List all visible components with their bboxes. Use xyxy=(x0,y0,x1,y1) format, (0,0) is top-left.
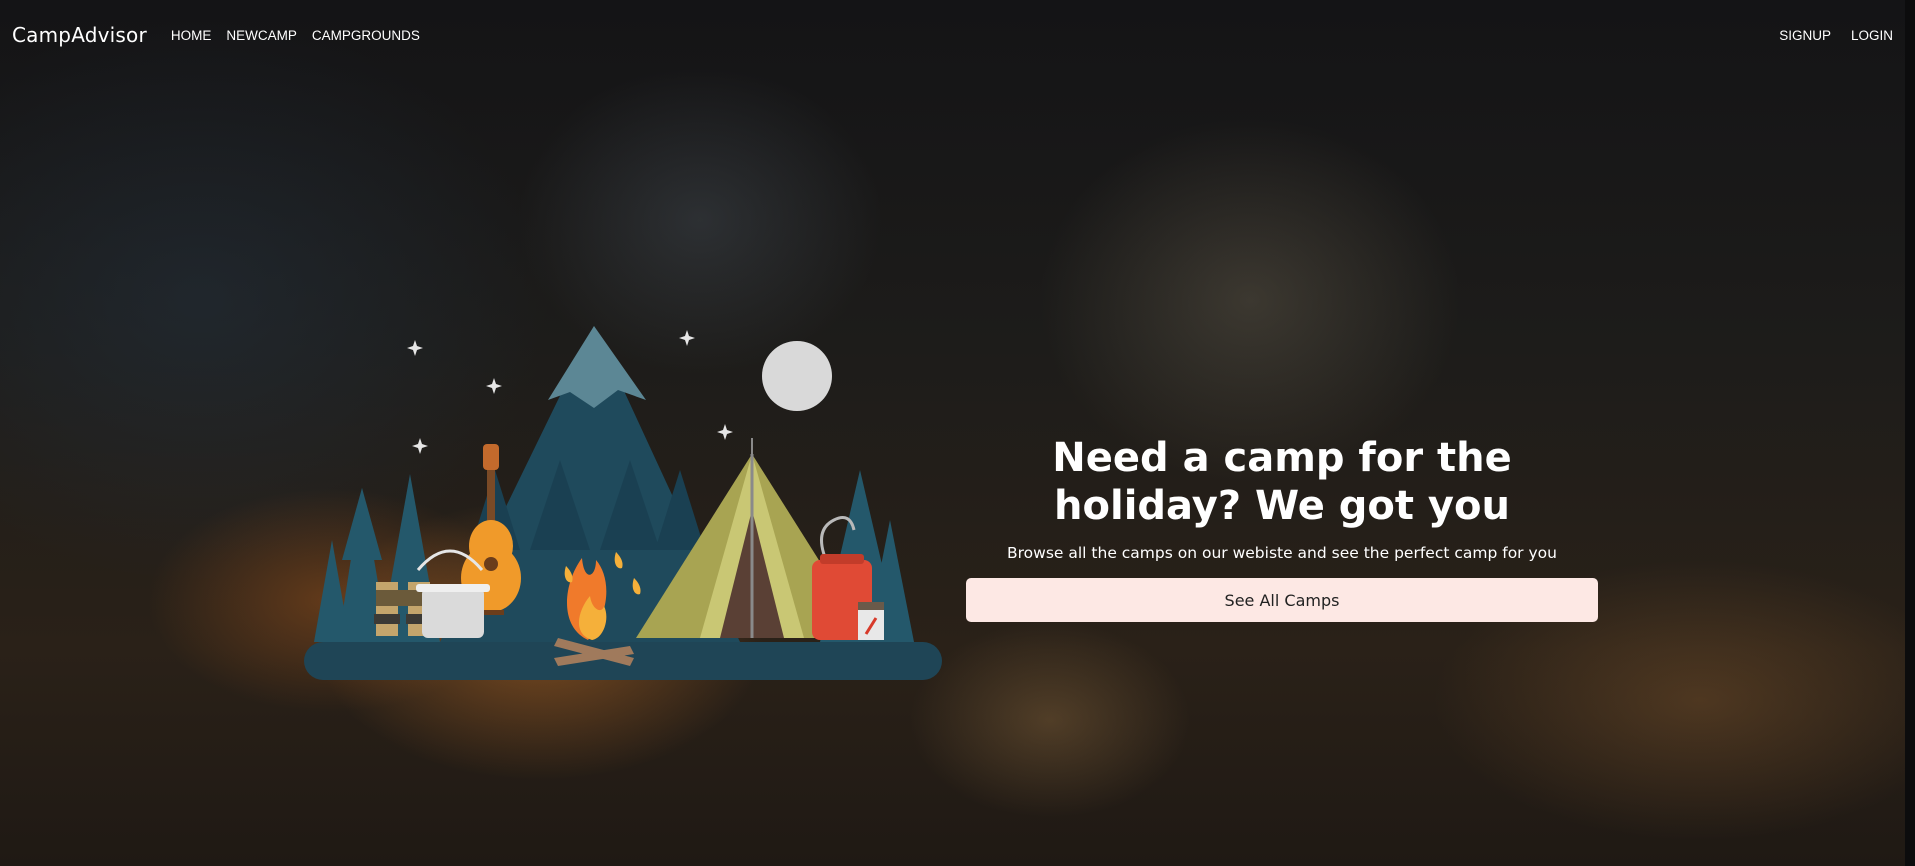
nav-campgrounds[interactable]: CAMPGROUNDS xyxy=(312,28,420,43)
hero-section: Need a camp for the holiday? We got you … xyxy=(966,434,1598,622)
see-all-camps-button[interactable]: See All Camps xyxy=(966,578,1598,622)
scrollbar[interactable] xyxy=(1905,0,1915,866)
navbar: CampAdvisor HOME NEWCAMP CAMPGROUNDS SIG… xyxy=(0,0,1905,70)
moon xyxy=(762,341,832,411)
campsite-illustration xyxy=(304,326,942,680)
page: CampAdvisor HOME NEWCAMP CAMPGROUNDS SIG… xyxy=(0,0,1915,866)
brand-logo[interactable]: CampAdvisor xyxy=(12,23,147,47)
hero-subtitle: Browse all the camps on our webiste and … xyxy=(1007,544,1557,562)
auth-links: SIGNUP LOGIN xyxy=(1759,28,1893,43)
matchbox xyxy=(858,602,884,640)
nav-login[interactable]: LOGIN xyxy=(1851,28,1893,43)
nav-home[interactable]: HOME xyxy=(171,28,212,43)
hero-title: Need a camp for the holiday? We got you xyxy=(1052,435,1512,529)
nav-newcamp[interactable]: NEWCAMP xyxy=(226,28,297,43)
nav-signup[interactable]: SIGNUP xyxy=(1779,28,1831,43)
